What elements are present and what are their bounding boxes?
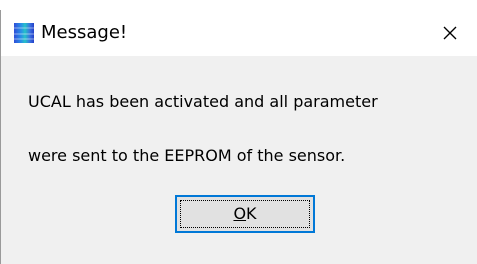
- ok-button-label: OK: [233, 204, 256, 224]
- close-icon[interactable]: [439, 22, 461, 44]
- ok-label-rest: K: [246, 204, 257, 223]
- message-text-line-1: UCAL has been activated and all paramete…: [28, 92, 378, 111]
- message-text-line-2: were sent to the EEPROM of the sensor.: [28, 146, 346, 165]
- app-icon: [14, 23, 34, 43]
- dialog-title: Message!: [41, 22, 128, 43]
- dialog-body: UCAL has been activated and all paramete…: [1, 56, 477, 264]
- ok-mnemonic: O: [233, 204, 247, 223]
- message-dialog: Message! UCAL has been activated and all…: [0, 10, 477, 264]
- dialog-titlebar[interactable]: Message!: [1, 10, 477, 56]
- ok-button[interactable]: OK: [175, 195, 315, 233]
